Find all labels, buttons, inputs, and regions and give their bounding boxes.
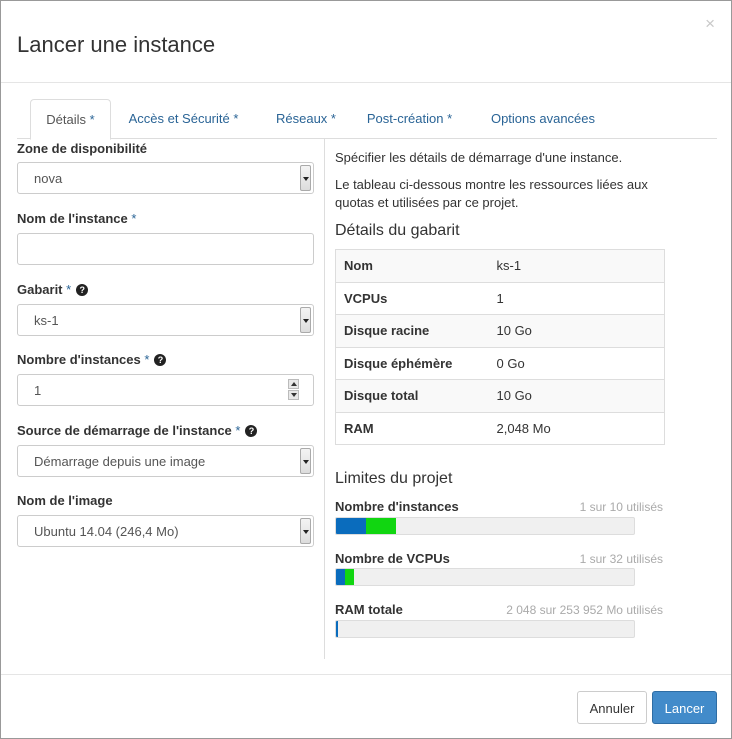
tab-networks-label: Réseaux	[276, 111, 328, 126]
chevron-down-icon	[300, 307, 311, 333]
flavor-value: ks-1	[488, 249, 665, 282]
limit-instances-count: 1 sur 10 utilisés	[579, 500, 663, 514]
flavor-select[interactable]: ks-1	[17, 304, 314, 336]
limit-vcpus-bar	[335, 568, 635, 586]
flavor-key: Disque éphémère	[335, 346, 489, 380]
boot-source-select[interactable]: Démarrage depuis une image	[17, 445, 314, 477]
boot-source-label: Source de démarrage de l'instance *?	[17, 423, 258, 438]
launch-button[interactable]: Lancer	[652, 691, 717, 724]
zone-select-value: nova	[34, 171, 63, 186]
required-marker: *	[327, 111, 336, 126]
flavor-key: VCPUs	[335, 281, 489, 315]
tab-advanced-options-label: Options avancées	[490, 111, 596, 126]
close-icon[interactable]: ×	[705, 15, 715, 32]
zone-select[interactable]: nova	[17, 162, 314, 194]
flavor-value: 10 Go	[488, 379, 665, 412]
flavor-details-table: Nom ks-1 VCPUs 1 Disque racine 10 Go Disque…	[335, 249, 665, 445]
limit-ram-count: 2 048 sur 253 952 Mo utilisés	[506, 603, 663, 617]
chevron-down-icon	[300, 165, 311, 191]
boot-source-select-value: Démarrage depuis une image	[34, 454, 206, 469]
required-marker: *	[131, 211, 137, 226]
required-marker: *	[66, 282, 72, 297]
decrement-icon[interactable]	[288, 390, 299, 400]
help-icon[interactable]: ?	[245, 425, 258, 437]
table-row: VCPUs 1	[335, 281, 665, 315]
project-limits-heading: Limites du projet	[335, 470, 453, 487]
added-fill	[345, 569, 355, 585]
instance-count-label-text: Nombre d'instances	[17, 352, 141, 367]
flavor-value: 0 Go	[488, 346, 665, 380]
used-fill	[336, 569, 346, 585]
intro-text: Spécifier les détails de démarrage d'une…	[335, 150, 623, 165]
flavor-label-text: Gabarit	[17, 282, 63, 297]
launch-instance-dialog: Lancer une instance × Détails * Accès et…	[0, 0, 732, 739]
image-name-label: Nom de l'image	[17, 493, 113, 508]
limit-vcpus-label: Nombre de VCPUs	[335, 551, 450, 566]
flavor-key: Disque racine	[335, 314, 489, 347]
tab-networks[interactable]: Réseaux *	[267, 99, 345, 139]
tab-details[interactable]: Détails *	[30, 99, 111, 140]
chevron-down-icon	[300, 518, 311, 544]
required-marker: *	[235, 423, 241, 438]
flavor-value: 1	[488, 281, 665, 315]
increment-icon[interactable]	[288, 379, 299, 389]
modal-footer: Annuler Lancer	[1, 674, 731, 738]
table-row: Disque racine 10 Go	[335, 314, 665, 347]
tab-access-security[interactable]: Accès et Sécurité *	[116, 99, 251, 139]
flavor-key: Nom	[335, 249, 489, 282]
cancel-button[interactable]: Annuler	[577, 691, 647, 724]
tab-details-label: Détails	[46, 112, 87, 127]
zone-label-text: Zone de disponibilité	[17, 141, 147, 156]
used-fill	[336, 621, 339, 637]
instance-name-label-text: Nom de l'instance	[17, 211, 128, 226]
flavor-key: RAM	[335, 411, 489, 445]
tab-access-security-label: Accès et Sécurité	[128, 111, 230, 126]
required-marker: *	[229, 111, 239, 126]
limit-instances-bar	[335, 517, 635, 535]
limit-vcpus-count: 1 sur 32 utilisés	[579, 552, 663, 566]
spinner	[288, 379, 299, 401]
table-row: RAM 2,048 Mo	[335, 411, 665, 445]
instance-count-label: Nombre d'instances *?	[17, 352, 167, 367]
flavor-select-value: ks-1	[34, 313, 59, 328]
help-icon[interactable]: ?	[76, 284, 89, 296]
flavor-value: 10 Go	[488, 314, 665, 347]
tab-post-creation-label: Post-création	[366, 111, 444, 126]
quota-description: Le tableau ci-dessous montre les ressour…	[335, 177, 648, 210]
required-marker: *	[144, 352, 150, 367]
required-marker: *	[86, 112, 95, 127]
help-icon[interactable]: ?	[154, 354, 167, 366]
tab-bar: Détails * Accès et Sécurité * Réseaux * …	[17, 99, 717, 140]
instance-name-input[interactable]	[17, 233, 314, 265]
required-marker: *	[443, 111, 453, 126]
flavor-label: Gabarit *?	[17, 282, 89, 297]
flavor-key: Disque total	[335, 379, 489, 412]
instance-count-value: 1	[34, 383, 42, 398]
boot-source-label-text: Source de démarrage de l'instance	[17, 423, 232, 438]
image-name-label-text: Nom de l'image	[17, 493, 113, 508]
table-row: Disque éphémère 0 Go	[335, 346, 665, 380]
limit-ram-label: RAM totale	[335, 602, 403, 617]
table-row: Disque total 10 Go	[335, 379, 665, 412]
used-fill	[336, 518, 366, 534]
zone-label: Zone de disponibilité	[17, 141, 147, 156]
limit-instances-label: Nombre d'instances	[335, 499, 459, 514]
table-row: Nom ks-1	[335, 249, 665, 282]
modal-header: Lancer une instance ×	[1, 1, 731, 83]
instance-name-label: Nom de l'instance *	[17, 211, 136, 226]
image-name-select-value: Ubuntu 14.04 (246,4 Mo)	[34, 524, 179, 539]
column-divider	[324, 139, 325, 659]
modal-title: Lancer une instance	[17, 32, 216, 57]
flavor-details-heading: Détails du gabarit	[335, 222, 460, 239]
added-fill	[365, 518, 396, 534]
tab-post-creation[interactable]: Post-création *	[362, 99, 457, 139]
tab-advanced-options[interactable]: Options avancées	[485, 99, 601, 139]
flavor-value: 2,048 Mo	[488, 411, 665, 445]
limit-ram-bar	[335, 620, 635, 638]
instance-count-stepper[interactable]: 1	[17, 374, 314, 406]
chevron-down-icon	[300, 448, 311, 474]
image-name-select[interactable]: Ubuntu 14.04 (246,4 Mo)	[17, 515, 314, 547]
